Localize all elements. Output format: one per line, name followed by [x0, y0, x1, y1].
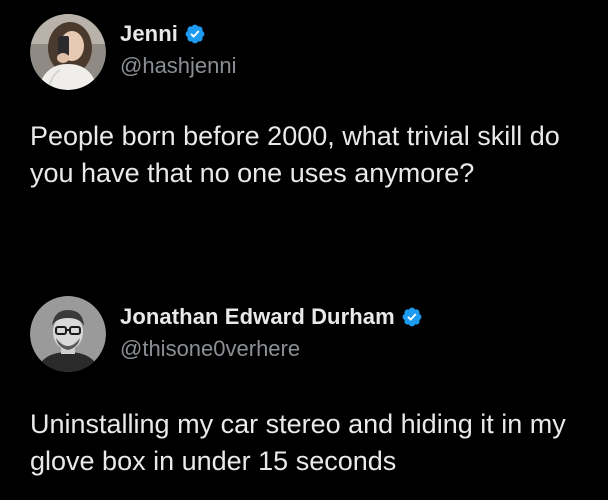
- tweet-author-row: Jenni @hashjenni: [30, 14, 237, 90]
- man-glasses-avatar-icon: [30, 296, 106, 372]
- name-line: Jonathan Edward Durham: [120, 304, 423, 330]
- verified-badge-icon: [184, 23, 206, 45]
- woman-selfie-avatar-icon: [30, 14, 106, 90]
- author-handle[interactable]: @hashjenni: [120, 53, 237, 79]
- tweet-author-row: Jonathan Edward Durham @thisone0verhere: [30, 296, 423, 372]
- author-avatar[interactable]: [30, 296, 106, 372]
- name-line: Jenni: [120, 21, 237, 47]
- author-display-name[interactable]: Jonathan Edward Durham: [120, 304, 395, 330]
- verified-badge-icon: [401, 306, 423, 328]
- author-avatar[interactable]: [30, 14, 106, 90]
- author-names: Jenni @hashjenni: [120, 21, 237, 79]
- tweet-text: People born before 2000, what trivial sk…: [30, 121, 560, 188]
- author-names: Jonathan Edward Durham @thisone0verhere: [120, 304, 423, 362]
- tweet-text: Uninstalling my car stereo and hiding it…: [30, 409, 566, 476]
- author-display-name[interactable]: Jenni: [120, 21, 178, 47]
- author-handle[interactable]: @thisone0verhere: [120, 336, 423, 362]
